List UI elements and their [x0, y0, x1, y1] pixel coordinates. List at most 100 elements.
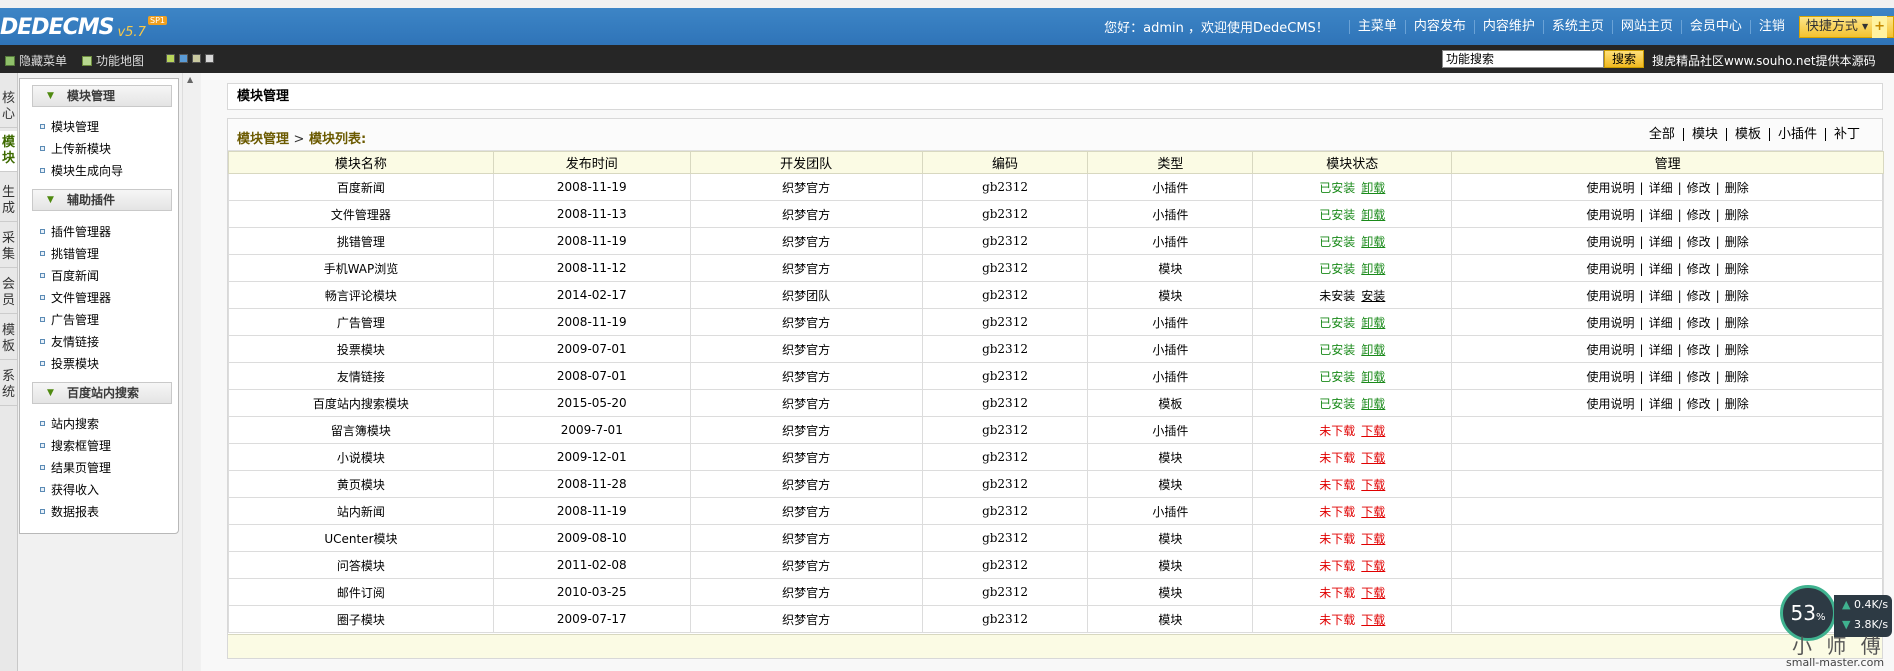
status-action-link[interactable]: 卸载 [1361, 316, 1385, 330]
theme-swatch-gray[interactable] [205, 54, 214, 63]
delete-link[interactable]: 删除 [1725, 343, 1749, 357]
edit-link[interactable]: 修改 [1687, 289, 1711, 303]
nav-maintain[interactable]: 内容维护 [1473, 19, 1543, 34]
menu-item-vote[interactable]: 投票模块 [40, 355, 99, 372]
status-action-link[interactable]: 安装 [1361, 289, 1385, 303]
menu-group-baidu-search[interactable]: ▼ 百度站内搜索 [32, 382, 172, 404]
edit-link[interactable]: 修改 [1687, 208, 1711, 222]
vtab-core[interactable]: 核心 [0, 87, 17, 128]
manual-link[interactable]: 使用说明 [1587, 316, 1635, 330]
edit-link[interactable]: 修改 [1687, 397, 1711, 411]
detail-link[interactable]: 详细 [1649, 235, 1673, 249]
nav-main-menu[interactable]: 主菜单 [1348, 19, 1405, 34]
breadcrumb-home[interactable]: 模块管理 [237, 132, 289, 147]
theme-swatch-green[interactable] [166, 54, 175, 63]
filter-patch[interactable]: 补丁 [1824, 128, 1868, 141]
nav-member-center[interactable]: 会员中心 [1680, 19, 1750, 34]
nav-site-home[interactable]: 网站主页 [1611, 19, 1681, 34]
menu-group-module-manage[interactable]: ▼ 模块管理 [32, 85, 172, 107]
manual-link[interactable]: 使用说明 [1587, 343, 1635, 357]
manual-link[interactable]: 使用说明 [1587, 181, 1635, 195]
edit-link[interactable]: 修改 [1687, 316, 1711, 330]
delete-link[interactable]: 删除 [1725, 235, 1749, 249]
menu-item-result-page[interactable]: 结果页管理 [40, 459, 111, 476]
delete-link[interactable]: 删除 [1725, 370, 1749, 384]
menu-item-friend-links[interactable]: 友情链接 [40, 333, 99, 350]
status-action-link[interactable]: 卸载 [1361, 262, 1385, 276]
detail-link[interactable]: 详细 [1649, 343, 1673, 357]
souhu-link[interactable]: 搜虎精品社区www.souho.net提供本源码 [1652, 52, 1876, 69]
menu-item-module-manage[interactable]: 模块管理 [40, 118, 99, 135]
function-search-input[interactable]: 功能搜索 [1442, 50, 1604, 68]
delete-link[interactable]: 删除 [1725, 289, 1749, 303]
nav-logout[interactable]: 注销 [1749, 19, 1793, 34]
delete-link[interactable]: 删除 [1725, 208, 1749, 222]
menu-item-error-manage[interactable]: 挑错管理 [40, 245, 99, 262]
filter-module[interactable]: 模块 [1682, 128, 1726, 141]
quick-menu-button[interactable]: 快捷方式 ▼ + [1798, 15, 1894, 38]
scroll-up-icon[interactable]: ▲ [187, 75, 193, 84]
edit-link[interactable]: 修改 [1687, 235, 1711, 249]
status-action-link[interactable]: 下载 [1361, 478, 1385, 492]
menu-scroll-divider[interactable]: ▲ [182, 73, 200, 671]
menu-item-baidu-news[interactable]: 百度新闻 [40, 267, 99, 284]
theme-swatch-blue[interactable] [179, 54, 188, 63]
detail-link[interactable]: 详细 [1649, 208, 1673, 222]
menu-item-ad-manage[interactable]: 广告管理 [40, 311, 99, 328]
filter-template[interactable]: 模板 [1725, 128, 1769, 141]
manual-link[interactable]: 使用说明 [1587, 370, 1635, 384]
vtab-collect[interactable]: 采集 [0, 227, 17, 268]
delete-link[interactable]: 删除 [1725, 181, 1749, 195]
function-map-button[interactable]: 功能地图 [82, 52, 144, 69]
vtab-member[interactable]: 会员 [0, 273, 17, 314]
status-action-link[interactable]: 卸载 [1361, 370, 1385, 384]
theme-swatch-khaki[interactable] [192, 54, 201, 63]
menu-item-site-search[interactable]: 站内搜索 [40, 415, 99, 432]
manual-link[interactable]: 使用说明 [1587, 397, 1635, 411]
status-action-link[interactable]: 下载 [1361, 451, 1385, 465]
detail-link[interactable]: 详细 [1649, 262, 1673, 276]
vtab-module[interactable]: 模块 [0, 131, 17, 172]
status-action-link[interactable]: 卸载 [1361, 343, 1385, 357]
delete-link[interactable]: 删除 [1725, 397, 1749, 411]
manual-link[interactable]: 使用说明 [1587, 289, 1635, 303]
menu-item-file-manager[interactable]: 文件管理器 [40, 289, 111, 306]
vtab-system[interactable]: 系统 [0, 365, 17, 406]
edit-link[interactable]: 修改 [1687, 343, 1711, 357]
vtab-generate[interactable]: 生成 [0, 181, 17, 222]
detail-link[interactable]: 详细 [1649, 397, 1673, 411]
edit-link[interactable]: 修改 [1687, 370, 1711, 384]
status-action-link[interactable]: 卸载 [1361, 235, 1385, 249]
filter-widget[interactable]: 小插件 [1768, 128, 1825, 141]
status-action-link[interactable]: 下载 [1361, 559, 1385, 573]
status-action-link[interactable]: 下载 [1361, 532, 1385, 546]
manual-link[interactable]: 使用说明 [1587, 262, 1635, 276]
menu-item-upload-module[interactable]: 上传新模块 [40, 140, 111, 157]
edit-link[interactable]: 修改 [1687, 262, 1711, 276]
delete-link[interactable]: 删除 [1725, 262, 1749, 276]
menu-group-plugins[interactable]: ▼ 辅助插件 [32, 189, 172, 211]
delete-link[interactable]: 删除 [1725, 316, 1749, 330]
menu-item-income[interactable]: 获得收入 [40, 481, 99, 498]
vtab-template[interactable]: 模板 [0, 319, 17, 360]
detail-link[interactable]: 详细 [1649, 370, 1673, 384]
menu-item-plugin-manager[interactable]: 插件管理器 [40, 223, 111, 240]
nav-system-home[interactable]: 系统主页 [1542, 19, 1612, 34]
menu-item-searchbox-manage[interactable]: 搜索框管理 [40, 437, 111, 454]
status-action-link[interactable]: 下载 [1361, 424, 1385, 438]
menu-item-report[interactable]: 数据报表 [40, 503, 99, 520]
manual-link[interactable]: 使用说明 [1587, 208, 1635, 222]
filter-all[interactable]: 全部 [1641, 128, 1683, 141]
detail-link[interactable]: 详细 [1649, 181, 1673, 195]
manual-link[interactable]: 使用说明 [1587, 235, 1635, 249]
edit-link[interactable]: 修改 [1687, 181, 1711, 195]
search-button[interactable]: 搜索 [1604, 50, 1644, 68]
detail-link[interactable]: 详细 [1649, 289, 1673, 303]
nav-publish[interactable]: 内容发布 [1404, 19, 1474, 34]
status-action-link[interactable]: 下载 [1361, 613, 1385, 627]
status-action-link[interactable]: 下载 [1361, 505, 1385, 519]
detail-link[interactable]: 详细 [1649, 316, 1673, 330]
status-action-link[interactable]: 卸载 [1361, 181, 1385, 195]
status-action-link[interactable]: 下载 [1361, 586, 1385, 600]
status-action-link[interactable]: 卸载 [1361, 397, 1385, 411]
